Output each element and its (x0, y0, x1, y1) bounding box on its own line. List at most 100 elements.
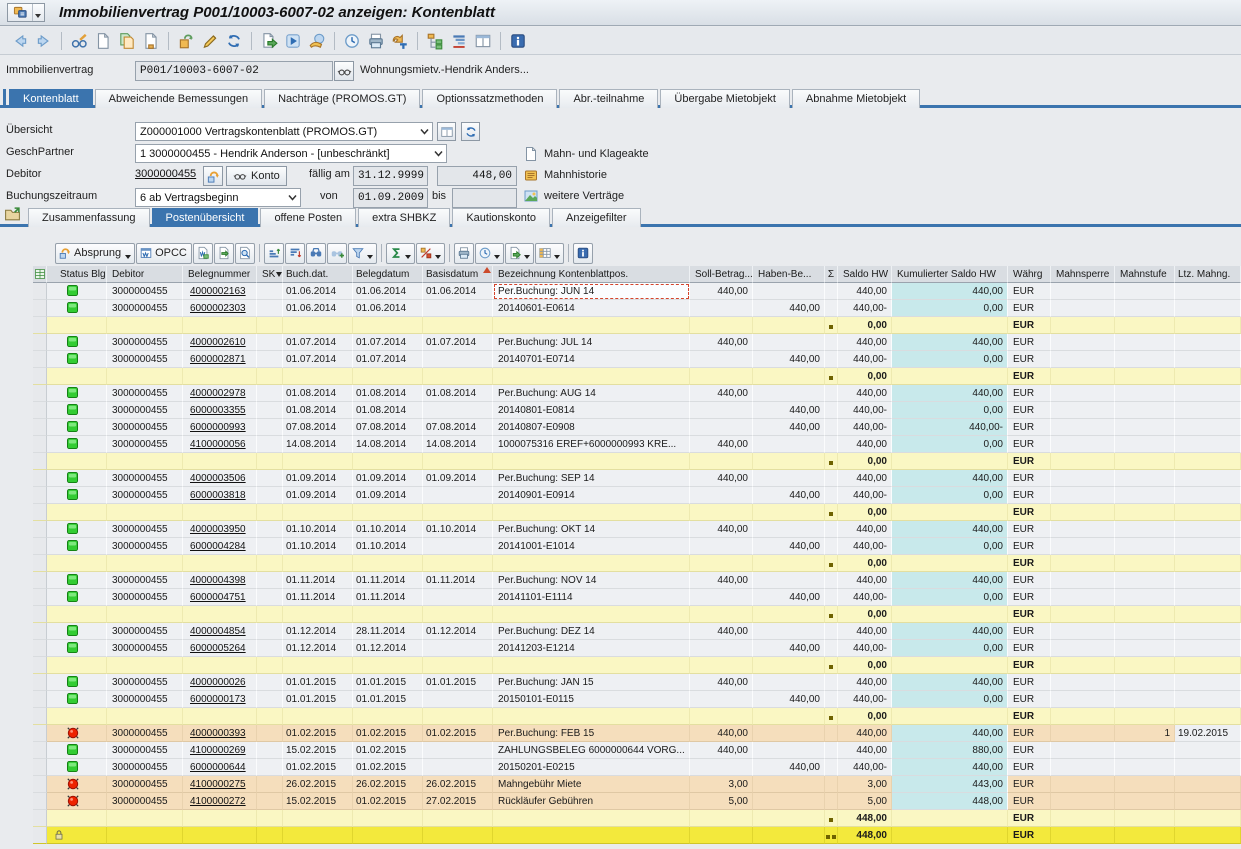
cell-sk[interactable] (257, 334, 283, 351)
cell-bel[interactable]: 4000000026 (183, 674, 257, 691)
cell-soll[interactable]: 440,00 (690, 742, 753, 759)
cell-st[interactable] (47, 555, 107, 572)
cell-wae[interactable]: EUR (1008, 691, 1051, 708)
cell-hab[interactable] (753, 793, 825, 810)
cell-sk[interactable] (257, 555, 283, 572)
cell-sig[interactable] (825, 793, 838, 810)
cell-sal[interactable]: 440,00 (838, 334, 892, 351)
cell-bsd[interactable] (423, 759, 493, 776)
cell-sk[interactable] (257, 589, 283, 606)
cell-sal[interactable]: 0,00 (838, 657, 892, 674)
cell-kum[interactable]: 0,00 (892, 640, 1008, 657)
cell-st[interactable] (47, 470, 107, 487)
document-number-link[interactable]: 4000004854 (190, 626, 246, 637)
cell-bel[interactable]: 4000003506 (183, 470, 257, 487)
cell-bd[interactable]: 01.09.2014 (283, 487, 353, 504)
cell-wae[interactable]: EUR (1008, 419, 1051, 436)
cell-wae[interactable]: EUR (1008, 606, 1051, 623)
cell-bgd[interactable]: 28.11.2014 (353, 623, 423, 640)
cell-mst[interactable] (1115, 606, 1175, 623)
layout-button[interactable] (535, 243, 564, 264)
cell-ltz[interactable] (1175, 810, 1241, 827)
cell-sig[interactable] (825, 521, 838, 538)
cell-sig[interactable] (825, 810, 838, 827)
cell-deb[interactable] (107, 606, 183, 623)
cell-bsd[interactable]: 01.08.2014 (423, 385, 493, 402)
cell-hab[interactable] (753, 674, 825, 691)
column-header-marker[interactable] (33, 266, 47, 283)
cell-bel[interactable]: 4100000056 (183, 436, 257, 453)
preview-button[interactable] (235, 243, 255, 264)
cell-bez[interactable]: 20141203-E1214 (493, 640, 690, 657)
cell-ltz[interactable] (1175, 504, 1241, 521)
cell-kum[interactable]: 440,00 (892, 283, 1008, 300)
cell-wae[interactable]: EUR (1008, 827, 1051, 844)
cell-st[interactable] (47, 317, 107, 334)
cell-bel[interactable]: 6000003818 (183, 487, 257, 504)
cell-soll[interactable] (690, 317, 753, 334)
cell-kum[interactable] (892, 827, 1008, 844)
tab-optionssatzmethoden[interactable]: Optionssatzmethoden (422, 89, 557, 108)
cell-st[interactable] (47, 776, 107, 793)
cell-wae[interactable]: EUR (1008, 283, 1051, 300)
cell-ltz[interactable] (1175, 793, 1241, 810)
cell-sal[interactable]: 440,00 (838, 572, 892, 589)
cell-st[interactable] (47, 521, 107, 538)
cell-sk[interactable] (257, 351, 283, 368)
cell-soll[interactable] (690, 640, 753, 657)
cell-bez[interactable]: Per.Buchung: NOV 14 (493, 572, 690, 589)
cell-kum[interactable]: 440,00- (892, 419, 1008, 436)
cell-msp[interactable] (1051, 759, 1115, 776)
tab-abweichende-bemessungen[interactable]: Abweichende Bemessungen (95, 89, 262, 108)
cell-sk[interactable] (257, 623, 283, 640)
cell-bd[interactable] (283, 606, 353, 623)
cell-sal[interactable]: 440,00 (838, 283, 892, 300)
cell-bd[interactable]: 01.11.2014 (283, 589, 353, 606)
cell-sig[interactable] (825, 776, 838, 793)
cell-mst[interactable] (1115, 657, 1175, 674)
cell-bsd[interactable] (423, 351, 493, 368)
cell-wae[interactable]: EUR (1008, 470, 1051, 487)
cell-bez[interactable] (493, 657, 690, 674)
cell-bgd[interactable]: 01.02.2015 (353, 742, 423, 759)
cell-bez[interactable]: Per.Buchung: JUL 14 (493, 334, 690, 351)
column-header-hab[interactable]: Haben-Be... (753, 266, 825, 283)
folder-open-icon[interactable] (4, 206, 21, 223)
cell-sk[interactable] (257, 419, 283, 436)
cell-bez[interactable]: 20141001-E1014 (493, 538, 690, 555)
cell-deb[interactable]: 3000000455 (107, 487, 183, 504)
cell-ltz[interactable] (1175, 283, 1241, 300)
cell-ltz[interactable] (1175, 674, 1241, 691)
cell-bel[interactable]: 6000003355 (183, 402, 257, 419)
cell-bd[interactable] (283, 827, 353, 844)
cell-st[interactable] (47, 572, 107, 589)
interrupt-button[interactable] (305, 30, 329, 52)
cell-sal[interactable]: 440,00- (838, 640, 892, 657)
column-header-wae[interactable]: Währg (1008, 266, 1051, 283)
cell-bel[interactable] (183, 504, 257, 521)
cell-sig[interactable] (825, 657, 838, 674)
display-change-button[interactable] (67, 30, 91, 52)
cell-kum[interactable]: 440,00 (892, 385, 1008, 402)
cell-mst[interactable] (1115, 504, 1175, 521)
cell-st[interactable] (47, 657, 107, 674)
document-number-link[interactable]: 4000000026 (190, 677, 246, 688)
cell-soll[interactable]: 5,00 (690, 793, 753, 810)
cell-bsd[interactable] (423, 317, 493, 334)
cell-kum[interactable]: 0,00 (892, 351, 1008, 368)
cell-bez[interactable]: Per.Buchung: SEP 14 (493, 470, 690, 487)
cell-mst[interactable] (1115, 572, 1175, 589)
cell-st[interactable] (47, 504, 107, 521)
column-header-bgd[interactable]: Belegdatum (353, 266, 423, 283)
cell-soll[interactable]: 440,00 (690, 572, 753, 589)
cell-mst[interactable] (1115, 742, 1175, 759)
cell-ltz[interactable] (1175, 827, 1241, 844)
cell-soll[interactable]: 440,00 (690, 283, 753, 300)
cell-st[interactable] (47, 691, 107, 708)
matchcode-button[interactable] (334, 61, 354, 81)
cell-soll[interactable] (690, 589, 753, 606)
cell-sig[interactable] (825, 419, 838, 436)
cell-bsd[interactable] (423, 300, 493, 317)
cell-bsd[interactable]: 01.09.2014 (423, 470, 493, 487)
sort-desc-button[interactable] (285, 243, 305, 264)
